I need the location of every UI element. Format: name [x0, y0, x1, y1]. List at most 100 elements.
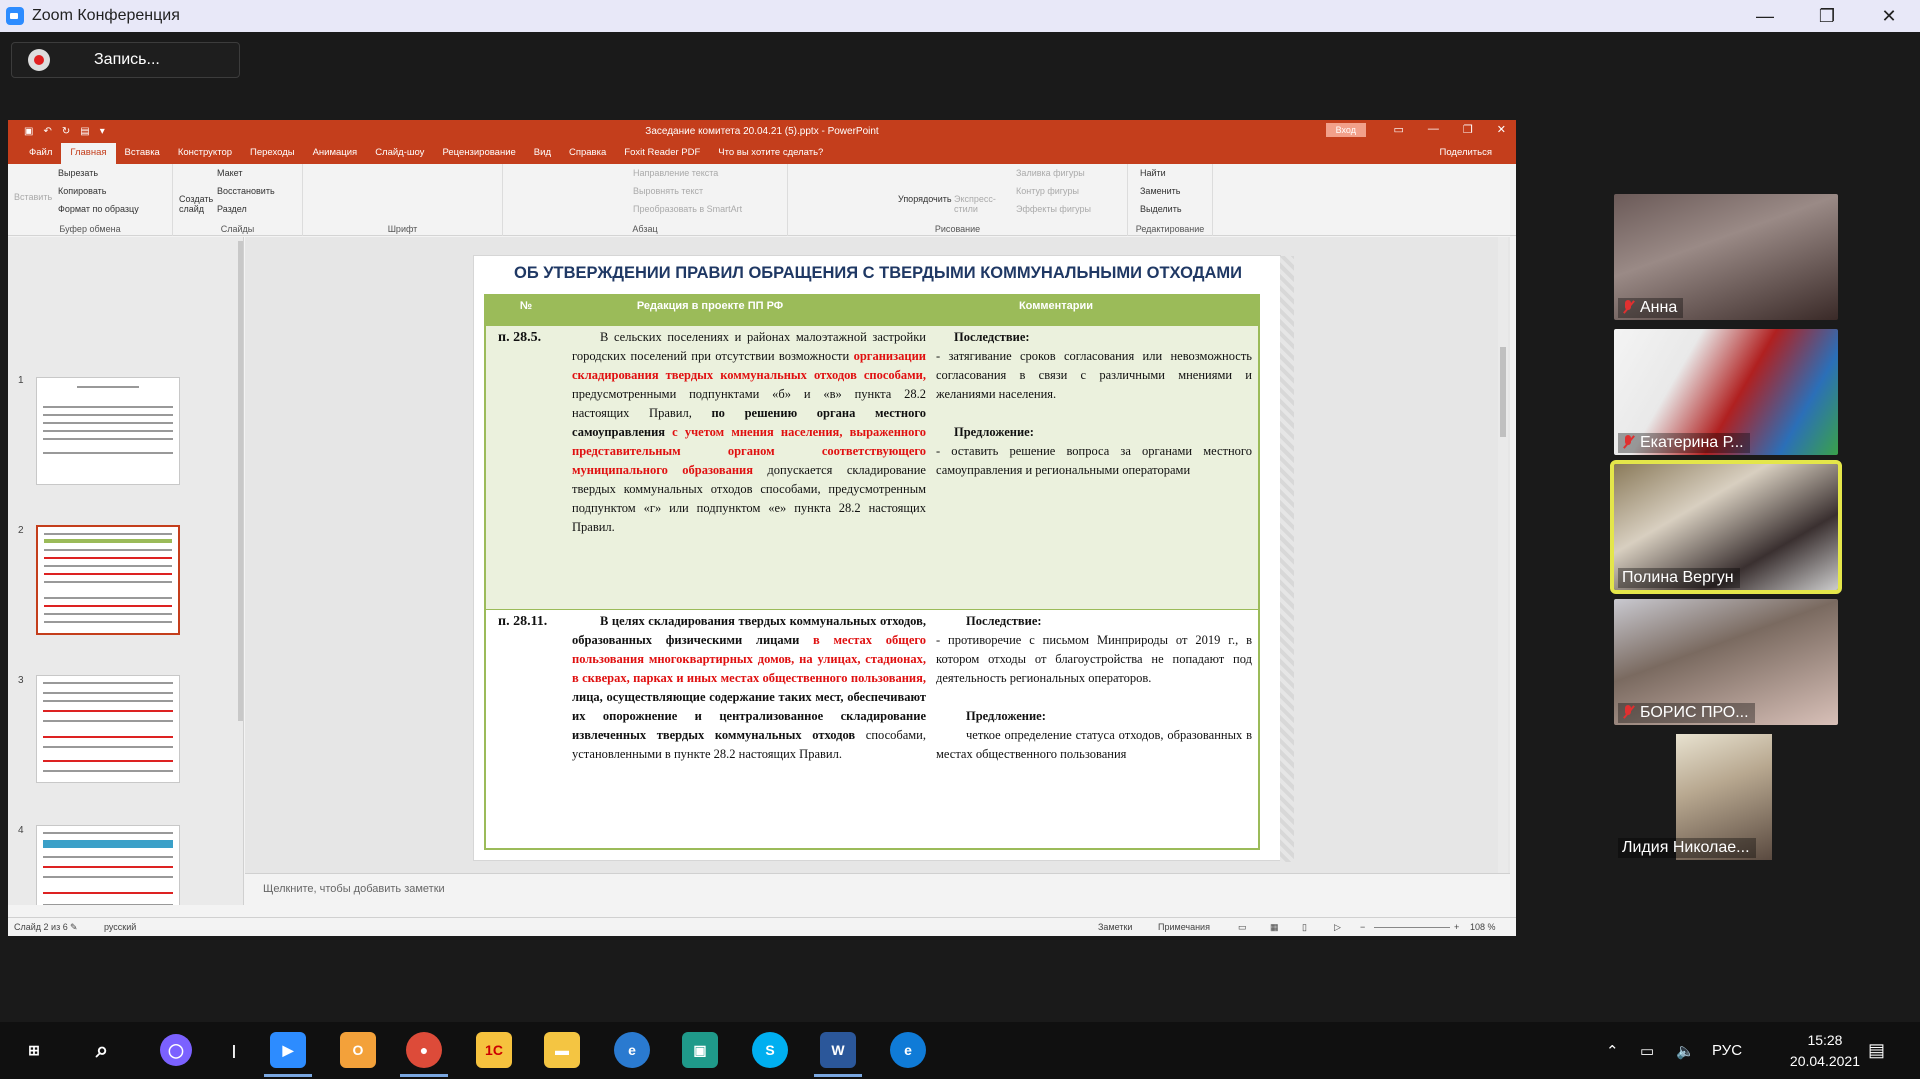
tab-slideshow[interactable]: Слайд-шоу [366, 143, 433, 164]
reading-view-icon[interactable]: ▯ [1302, 922, 1307, 933]
signin-button[interactable]: Вход [1325, 123, 1366, 137]
group-paragraph: Направление текста Выровнять текст Преоб… [503, 164, 788, 236]
network-icon[interactable]: ▭ [1640, 1022, 1654, 1079]
comment-cell: Последствие: - противоречие с письмом Ми… [936, 612, 1252, 764]
arrange-button[interactable]: Упорядочить [898, 194, 952, 204]
select-button[interactable]: Выделить [1140, 204, 1182, 214]
participant-video[interactable]: Анна [1614, 194, 1838, 320]
chrome-icon[interactable]: ● [400, 1032, 448, 1077]
restore-button[interactable]: ❐ [1796, 0, 1858, 32]
tab-insert[interactable]: Вставка [116, 143, 169, 164]
align-text-button[interactable]: Выровнять текст [633, 186, 703, 196]
tab-help[interactable]: Справка [560, 143, 615, 164]
zoom-level[interactable]: 108 % [1470, 922, 1496, 932]
edition-cell: В целях складирования твердых коммунальн… [572, 612, 926, 764]
zoom-in-icon[interactable]: + [1454, 922, 1459, 932]
notes-toggle[interactable]: Заметки [1098, 922, 1132, 932]
find-button[interactable]: Найти [1140, 168, 1166, 178]
tab-review[interactable]: Рецензирование [433, 143, 524, 164]
cut-button[interactable]: Вырезать [58, 168, 98, 178]
participant-name-tag: Лидия Николае... [1618, 838, 1756, 858]
tell-me-search[interactable]: Что вы хотите сделать? [709, 143, 832, 164]
participant-video-active-speaker[interactable]: Полина Вергун [1610, 460, 1842, 594]
copy-button[interactable]: Копировать [58, 186, 106, 196]
ppt-restore-icon[interactable]: ❐ [1463, 123, 1473, 136]
action-center-icon[interactable]: ▤ [1868, 1022, 1885, 1079]
document-title: Заседание комитета 20.04.21 (5).pptx - P… [645, 125, 879, 137]
tab-transitions[interactable]: Переходы [241, 143, 304, 164]
quick-styles-button[interactable]: Экспресс-стили [954, 194, 996, 214]
participant-name-tag: Полина Вергун [1618, 568, 1740, 588]
text-direction-button[interactable]: Направление текста [633, 168, 718, 178]
cortana-icon[interactable]: ◯ [160, 1034, 192, 1066]
participant-video[interactable]: Лидия Николае... [1614, 734, 1838, 860]
slide-thumbnail-4[interactable] [36, 825, 180, 905]
layout-button[interactable]: Макет [217, 168, 242, 178]
shape-effects-button[interactable]: Эффекты фигуры [1016, 204, 1091, 214]
outlook-icon[interactable]: O [340, 1032, 376, 1068]
tab-foxit[interactable]: Foxit Reader PDF [615, 143, 709, 164]
edge-icon[interactable]: e [890, 1032, 926, 1068]
tab-view[interactable]: Вид [525, 143, 560, 164]
tab-animations[interactable]: Анимация [304, 143, 367, 164]
slide-thumbnail-1[interactable] [36, 377, 180, 485]
ribbon-display-icon[interactable]: ▭ [1394, 123, 1404, 136]
search-icon[interactable]: ⌕ [84, 1032, 120, 1068]
photos-icon[interactable]: ▣ [682, 1032, 718, 1068]
shape-fill-button[interactable]: Заливка фигуры [1016, 168, 1085, 178]
replace-button[interactable]: Заменить [1140, 186, 1180, 196]
tab-design[interactable]: Конструктор [169, 143, 241, 164]
windows-start-icon[interactable]: ⊞ [16, 1032, 52, 1068]
notes-pane[interactable]: Щелкните, чтобы добавить заметки [245, 873, 1510, 905]
slide-scrollbar[interactable] [1498, 237, 1508, 873]
comments-toggle[interactable]: Примечания [1158, 922, 1210, 932]
format-painter-button[interactable]: Формат по образцу [58, 204, 139, 214]
spellcheck-icon[interactable]: ✎ [70, 922, 78, 933]
thumbnails-scrollbar[interactable] [238, 241, 243, 721]
file-explorer-icon[interactable]: ▬ [544, 1032, 580, 1068]
header-number: № [486, 296, 566, 326]
slide-thumbnail-2[interactable] [36, 525, 180, 635]
group-drawing: Упорядочить Экспресс-стили Заливка фигур… [788, 164, 1128, 236]
section-button[interactable]: Раздел [217, 204, 247, 214]
slideshow-icon[interactable]: ▷ [1334, 922, 1341, 933]
1c-icon[interactable]: 1С [476, 1032, 512, 1068]
slide-sorter-icon[interactable]: ▦ [1270, 922, 1279, 933]
ppt-close-icon[interactable]: ✕ [1497, 123, 1506, 136]
thumb-number: 1 [18, 375, 24, 386]
zoom-out-icon[interactable]: − [1360, 922, 1365, 932]
zoom-app-icon[interactable]: ▶ [264, 1032, 312, 1077]
normal-view-icon[interactable]: ▭ [1238, 922, 1247, 933]
skype-icon[interactable]: S [752, 1032, 788, 1068]
close-button[interactable]: ✕ [1858, 0, 1920, 32]
show-hidden-icons[interactable]: ⌃ [1606, 1022, 1619, 1079]
smartart-button[interactable]: Преобразовать в SmartArt [633, 204, 742, 214]
current-slide[interactable]: ОБ УТВЕРЖДЕНИИ ПРАВИЛ ОБРАЩЕНИЯ С ТВЕРДЫ… [473, 255, 1294, 862]
consequence-heading: Последствие: [966, 614, 1042, 628]
volume-icon[interactable]: 🔈 [1676, 1022, 1695, 1079]
participant-name: Лидия Николае... [1622, 839, 1750, 856]
tab-file[interactable]: Файл [20, 143, 61, 164]
paste-button[interactable]: Вставить [14, 192, 52, 202]
task-view-icon[interactable]: | [216, 1032, 252, 1068]
muted-mic-icon [1622, 300, 1634, 316]
ppt-minimize-icon[interactable]: — [1428, 123, 1439, 136]
reset-button[interactable]: Восстановить [217, 186, 275, 196]
tab-home[interactable]: Главная [61, 143, 116, 164]
slide-thumbnail-3[interactable] [36, 675, 180, 783]
slides-label: Слайды [220, 224, 255, 234]
shape-outline-button[interactable]: Контур фигуры [1016, 186, 1079, 196]
minimize-button[interactable]: — [1734, 0, 1796, 32]
internet-explorer-icon[interactable]: e [614, 1032, 650, 1068]
new-slide-button[interactable]: Создать слайд [179, 194, 215, 214]
language-indicator[interactable]: русский [104, 922, 136, 932]
clock[interactable]: 15:28 20.04.2021 [1790, 1030, 1860, 1072]
share-button[interactable]: Поделиться [1440, 147, 1492, 158]
word-icon[interactable]: W [814, 1032, 862, 1077]
zoom-slider[interactable] [1374, 927, 1450, 928]
participant-video[interactable]: БОРИС ПРО... [1614, 599, 1838, 725]
input-language[interactable]: РУС [1712, 1022, 1742, 1079]
participant-video[interactable]: Екатерина Р... [1614, 329, 1838, 455]
recording-indicator[interactable]: Запись... [11, 42, 240, 78]
scrollbar-thumb[interactable] [1500, 347, 1506, 437]
